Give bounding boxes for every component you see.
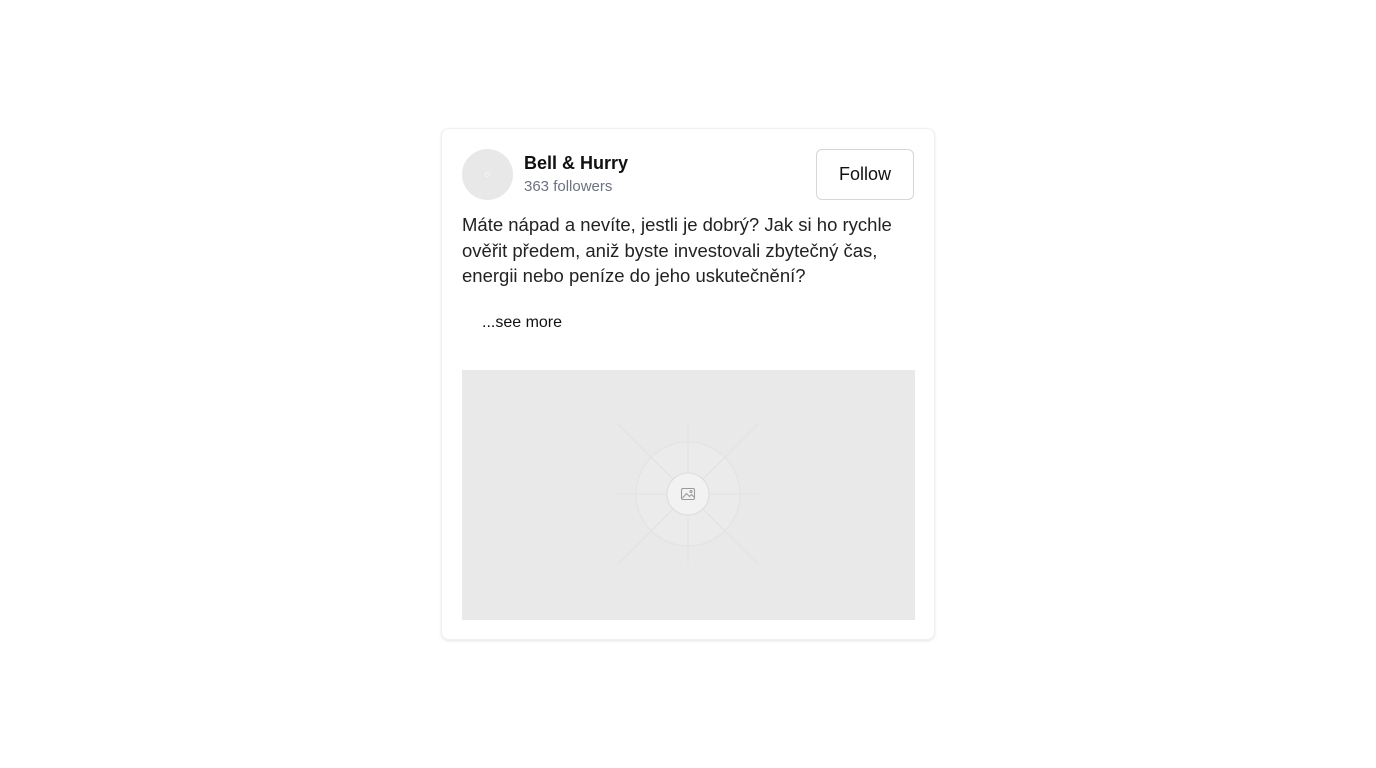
author-name[interactable]: Bell & Hurry <box>524 153 628 174</box>
post-text: Máte nápad a nevíte, jestli je dobrý? Ja… <box>462 214 892 286</box>
author-avatar[interactable] <box>462 149 513 200</box>
image-placeholder-graphic <box>617 423 760 565</box>
follow-button[interactable]: Follow <box>816 149 914 200</box>
post-header: Bell & Hurry 363 followers Follow <box>462 149 914 201</box>
avatar-placeholder-icon <box>485 172 490 177</box>
post-card: Bell & Hurry 363 followers Follow Máte n… <box>441 128 935 640</box>
post-media-placeholder[interactable] <box>462 370 915 620</box>
follower-count: 363 followers <box>524 178 613 195</box>
see-more-link[interactable]: ...see more <box>482 314 562 332</box>
